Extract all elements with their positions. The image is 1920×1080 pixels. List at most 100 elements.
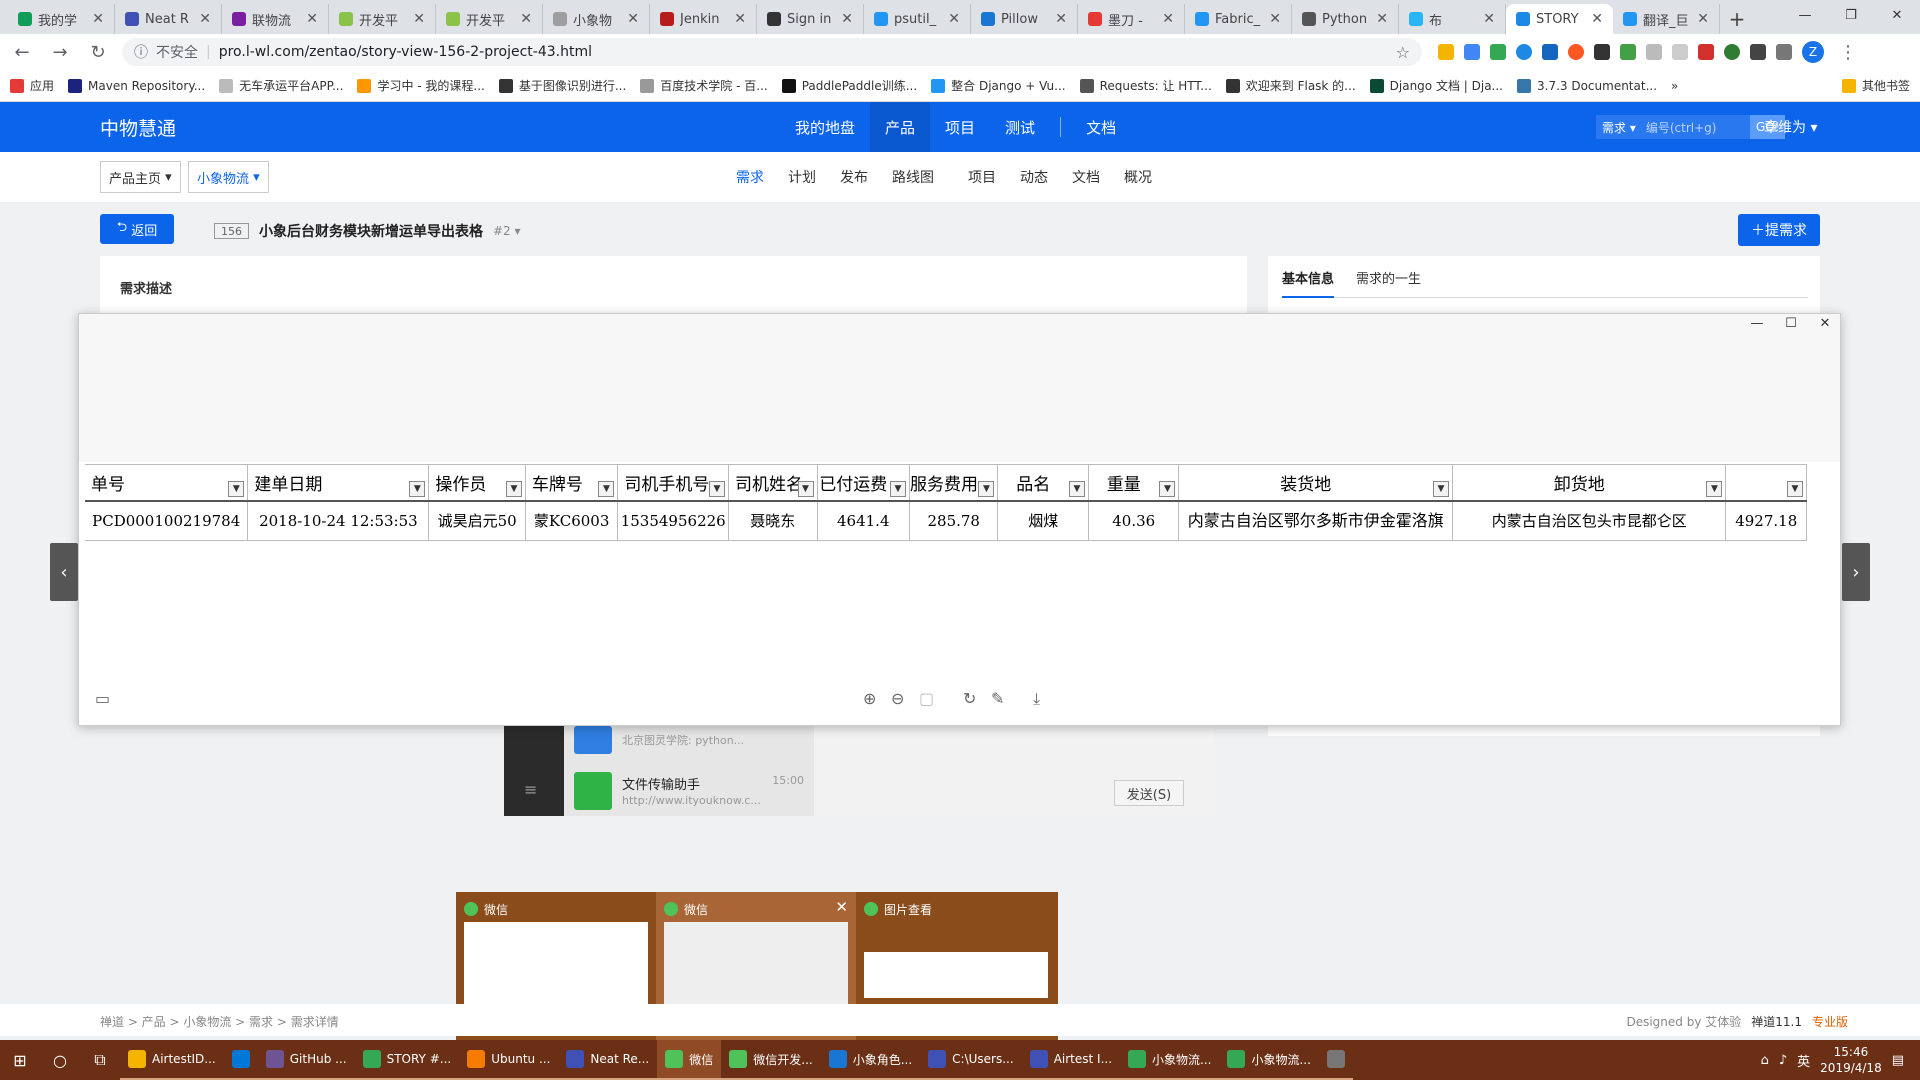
thumbnail-toggle-icon[interactable]: ▭ [95,689,110,708]
tab-close-icon[interactable]: ✕ [1269,11,1281,27]
search-type-select[interactable]: 需求 ▾ [1596,119,1642,136]
sub-nav-item[interactable]: 文档 [1072,167,1100,187]
create-story-button[interactable]: ＋提需求 [1738,214,1820,246]
taskbar-app[interactable]: C:\Users... [920,1040,1022,1080]
bookmark-item[interactable]: 百度技术学院 - 百... [640,77,768,94]
extension-icon[interactable] [1594,44,1610,60]
edition-badge[interactable]: 专业版 [1812,1013,1848,1030]
zoom-in-icon[interactable]: ⊕ [863,689,876,708]
browser-tab[interactable]: Neat R ✕ [115,4,222,34]
bookmark-item[interactable]: 欢迎来到 Flask 的... [1225,77,1356,94]
extension-icon[interactable] [1724,44,1740,60]
tab-close-icon[interactable]: ✕ [1162,11,1174,27]
reload-icon[interactable]: ↻ [84,38,112,66]
volume-icon[interactable]: ♪ [1779,1053,1787,1068]
sub-nav-item[interactable]: 动态 [1020,167,1048,187]
browser-tab[interactable]: STORY ✕ [1506,4,1613,34]
tab-close-icon[interactable]: ✕ [948,11,960,27]
download-icon[interactable]: ⤓ [1033,689,1040,709]
info-tab[interactable]: 基本信息 [1282,268,1335,298]
browser-tab[interactable]: 小象物 ✕ [543,4,650,34]
main-nav-item[interactable]: 项目 [930,102,990,152]
taskbar-app[interactable]: Neat Re... [558,1040,658,1080]
menu-kebab-icon[interactable]: ⋮ [1834,38,1862,66]
sub-nav-item[interactable]: 概况 [1124,167,1152,187]
browser-tab[interactable]: 开发平 ✕ [329,4,436,34]
tab-close-icon[interactable]: ✕ [1055,11,1067,27]
forward-arrow-icon[interactable]: → [46,38,74,66]
taskbar-app[interactable]: 小象角色... [820,1040,921,1080]
tab-close-icon[interactable]: ✕ [1591,11,1603,27]
user-menu[interactable]: 章维为 ▾ [1764,117,1817,137]
bookmark-item[interactable]: Django 文档 | Dja... [1369,77,1503,94]
taskbar-app[interactable]: Ubuntu ... [459,1040,559,1080]
chat-list-item[interactable]: 文件传输助手 15:00 http://www.ityouknow.c... [574,772,804,810]
ime-indicator[interactable]: 英 [1797,1051,1810,1070]
bookmark-star-icon[interactable]: ☆ [1396,43,1410,62]
bookmark-item[interactable]: 其他书签 [1841,77,1910,94]
tab-close-icon[interactable]: ✕ [1376,11,1388,27]
bookmark-item[interactable]: Requests: 让 HTT... [1079,77,1212,94]
browser-tab[interactable]: Sign in ✕ [757,4,864,34]
zoom-out-icon[interactable]: ⊖ [891,689,904,708]
main-nav-item[interactable]: 测试 [990,102,1050,152]
brand-logo-text[interactable]: 中物慧通 [100,114,176,141]
network-icon[interactable]: ⌂ [1761,1053,1769,1068]
taskbar-app[interactable] [223,1040,258,1080]
bookmark-item[interactable]: » [1671,79,1678,93]
back-button[interactable]: ⮌ 返回 [100,214,174,244]
extension-icon[interactable] [1776,44,1792,60]
taskbar-app[interactable] [1318,1040,1353,1080]
tab-close-icon[interactable]: ✕ [413,11,425,27]
cortana-search-icon[interactable]: ○ [40,1040,80,1080]
extension-icon[interactable] [1698,44,1714,60]
menu-icon[interactable]: ≡ [524,780,537,799]
tab-close-icon[interactable]: ✕ [520,11,532,27]
extension-icon[interactable] [1646,44,1662,60]
bookmark-item[interactable]: 3.7.3 Documentat... [1517,78,1657,93]
footer-breadcrumb[interactable]: 禅道 > 产品 > 小象物流 > 需求 > 需求详情 [100,1013,339,1030]
bookmark-item[interactable]: 整合 Django + Vu... [931,77,1066,94]
browser-tab[interactable]: Fabric_ ✕ [1185,4,1292,34]
translate-icon[interactable] [1464,44,1480,60]
minimize-icon[interactable]: — [1782,0,1828,30]
close-icon[interactable]: ✕ [1874,0,1920,30]
browser-tab[interactable]: 墨刀 - ✕ [1078,4,1185,34]
browser-tab[interactable]: 我的学 ✕ [8,4,115,34]
extension-icon[interactable] [1516,44,1532,60]
sub-nav-item[interactable]: 需求 [736,167,764,187]
extension-icon[interactable] [1568,44,1584,60]
tab-close-icon[interactable]: ✕ [199,11,211,27]
taskbar-app[interactable]: 微信开发... [721,1040,821,1080]
sub-nav-item[interactable]: 计划 [788,167,816,187]
clock[interactable]: 15:46 2019/4/18 [1820,1044,1882,1076]
extension-icon[interactable] [1542,44,1558,60]
extension-icon[interactable] [1672,44,1688,60]
profile-avatar[interactable]: Z [1802,41,1824,63]
windows-start-icon[interactable]: ⊞ [0,1040,40,1080]
bookmark-item[interactable]: 基于图像识别进行... [498,77,626,94]
browser-tab[interactable]: 联物流 ✕ [222,4,329,34]
main-nav-item[interactable]: 我的地盘 [780,102,870,152]
bookmark-item[interactable]: 学习中 - 我的课程... [357,77,485,94]
taskbar-app[interactable]: 小象物流... [1120,1040,1220,1080]
actual-size-icon[interactable]: ▢ [919,689,934,708]
send-button[interactable]: 发送(S) [1114,780,1184,806]
info-tab[interactable]: 需求的一生 [1356,268,1421,297]
restore-icon[interactable]: ❐ [1828,0,1874,30]
tab-close-icon[interactable]: ✕ [1697,11,1709,27]
tab-close-icon[interactable]: ✕ [1483,11,1495,27]
browser-tab[interactable]: 翻译_巨 ✕ [1613,4,1720,34]
main-nav-item[interactable]: 文档 [1071,102,1131,152]
tab-close-icon[interactable]: ✕ [627,11,639,27]
extension-icon[interactable] [1620,44,1636,60]
taskbar-app[interactable]: 小象物流... [1219,1040,1319,1080]
browser-tab[interactable]: Jenkin ✕ [650,4,757,34]
product-switcher[interactable]: 小象物流 ▾ [188,161,269,193]
tab-close-icon[interactable]: ✕ [734,11,746,27]
sub-nav-item[interactable]: 路线图 [892,167,934,187]
main-nav-item[interactable]: 产品 [870,102,931,152]
tab-close-icon[interactable]: ✕ [841,11,853,27]
sub-nav-item[interactable]: 发布 [840,167,868,187]
notification-icon[interactable]: ▤ [1892,1053,1904,1068]
